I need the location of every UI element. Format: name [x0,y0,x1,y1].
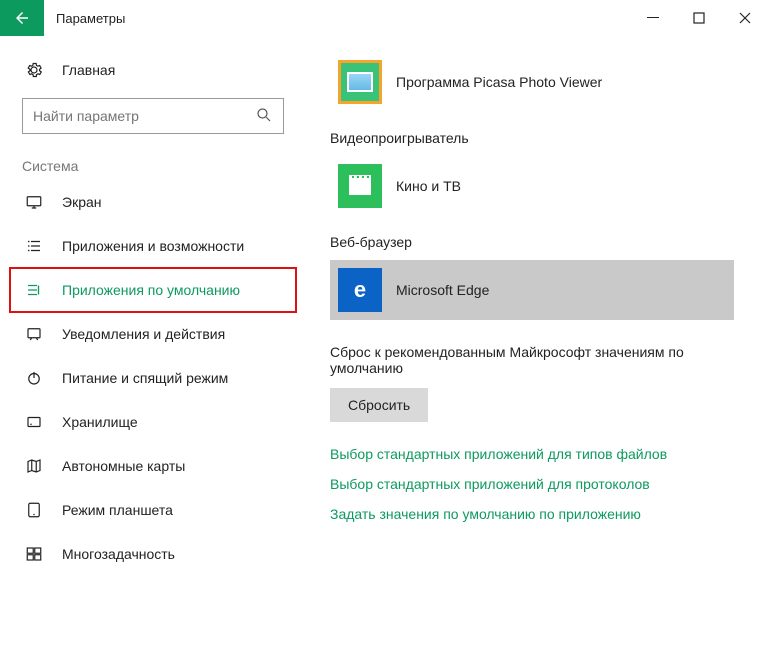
sidebar-item-label: Экран [62,194,102,210]
app-name: Программа Picasa Photo Viewer [396,74,602,90]
sidebar-item-label: Хранилище [62,414,138,430]
power-icon [22,369,46,387]
default-video-app[interactable]: Кино и ТВ [330,156,734,216]
defaults-icon [22,281,46,299]
list-icon [22,237,46,255]
link-file-types[interactable]: Выбор стандартных приложений для типов ф… [330,446,734,462]
search-input[interactable] [33,108,255,124]
window-title: Параметры [44,0,630,36]
sidebar-item-label: Уведомления и действия [62,326,225,342]
sidebar-item-default-apps[interactable]: Приложения по умолчанию [10,268,296,312]
app-name: Microsoft Edge [396,282,489,298]
storage-icon [22,413,46,431]
reset-description: Сброс к рекомендованным Майкрософт значе… [330,344,734,376]
gear-icon [22,61,46,79]
sidebar-item-notifications[interactable]: Уведомления и действия [0,312,306,356]
sidebar-item-display[interactable]: Экран [0,180,306,224]
movies-tv-icon [338,164,382,208]
sidebar-item-label: Приложения по умолчанию [62,282,240,298]
sidebar-item-offline-maps[interactable]: Автономные карты [0,444,306,488]
sidebar-item-storage[interactable]: Хранилище [0,400,306,444]
arrow-left-icon [13,9,31,27]
map-icon [22,457,46,475]
sidebar-item-label: Режим планшета [62,502,173,518]
minimize-button[interactable] [630,0,676,36]
close-icon [739,12,751,24]
sidebar-item-apps-features[interactable]: Приложения и возможности [0,224,306,268]
app-name: Кино и ТВ [396,178,461,194]
titlebar: Параметры [0,0,768,36]
sidebar-home[interactable]: Главная [0,48,306,92]
section-web-browser: Веб-браузер [330,234,734,250]
section-video-player: Видеопроигрыватель [330,130,734,146]
default-browser-app[interactable]: e Microsoft Edge [330,260,734,320]
close-button[interactable] [722,0,768,36]
sidebar-item-tablet-mode[interactable]: Режим планшета [0,488,306,532]
minimize-icon [647,12,659,24]
display-icon [22,193,46,211]
sidebar-item-label: Многозадачность [62,546,175,562]
sidebar-home-label: Главная [62,62,115,78]
link-by-app[interactable]: Задать значения по умолчанию по приложен… [330,506,734,522]
sidebar-item-label: Питание и спящий режим [62,370,228,386]
back-button[interactable] [0,0,44,36]
sidebar-section-label: Система [0,144,306,180]
sidebar-item-label: Автономные карты [62,458,185,474]
edge-icon: e [338,268,382,312]
tablet-icon [22,501,46,519]
link-protocols[interactable]: Выбор стандартных приложений для протоко… [330,476,734,492]
main-panel: Программа Picasa Photo Viewer Видеопроиг… [306,36,768,666]
notifications-icon [22,325,46,343]
sidebar-item-label: Приложения и возможности [62,238,244,254]
reset-button[interactable]: Сбросить [330,388,428,422]
picasa-icon [338,60,382,104]
sidebar: Главная Система Экран Приложения и возмо… [0,36,306,666]
multitasking-icon [22,545,46,563]
default-photo-app[interactable]: Программа Picasa Photo Viewer [330,52,734,112]
sidebar-item-multitasking[interactable]: Многозадачность [0,532,306,576]
search-icon [255,106,273,127]
search-field[interactable] [22,98,284,134]
maximize-button[interactable] [676,0,722,36]
sidebar-item-power[interactable]: Питание и спящий режим [0,356,306,400]
maximize-icon [693,12,705,24]
